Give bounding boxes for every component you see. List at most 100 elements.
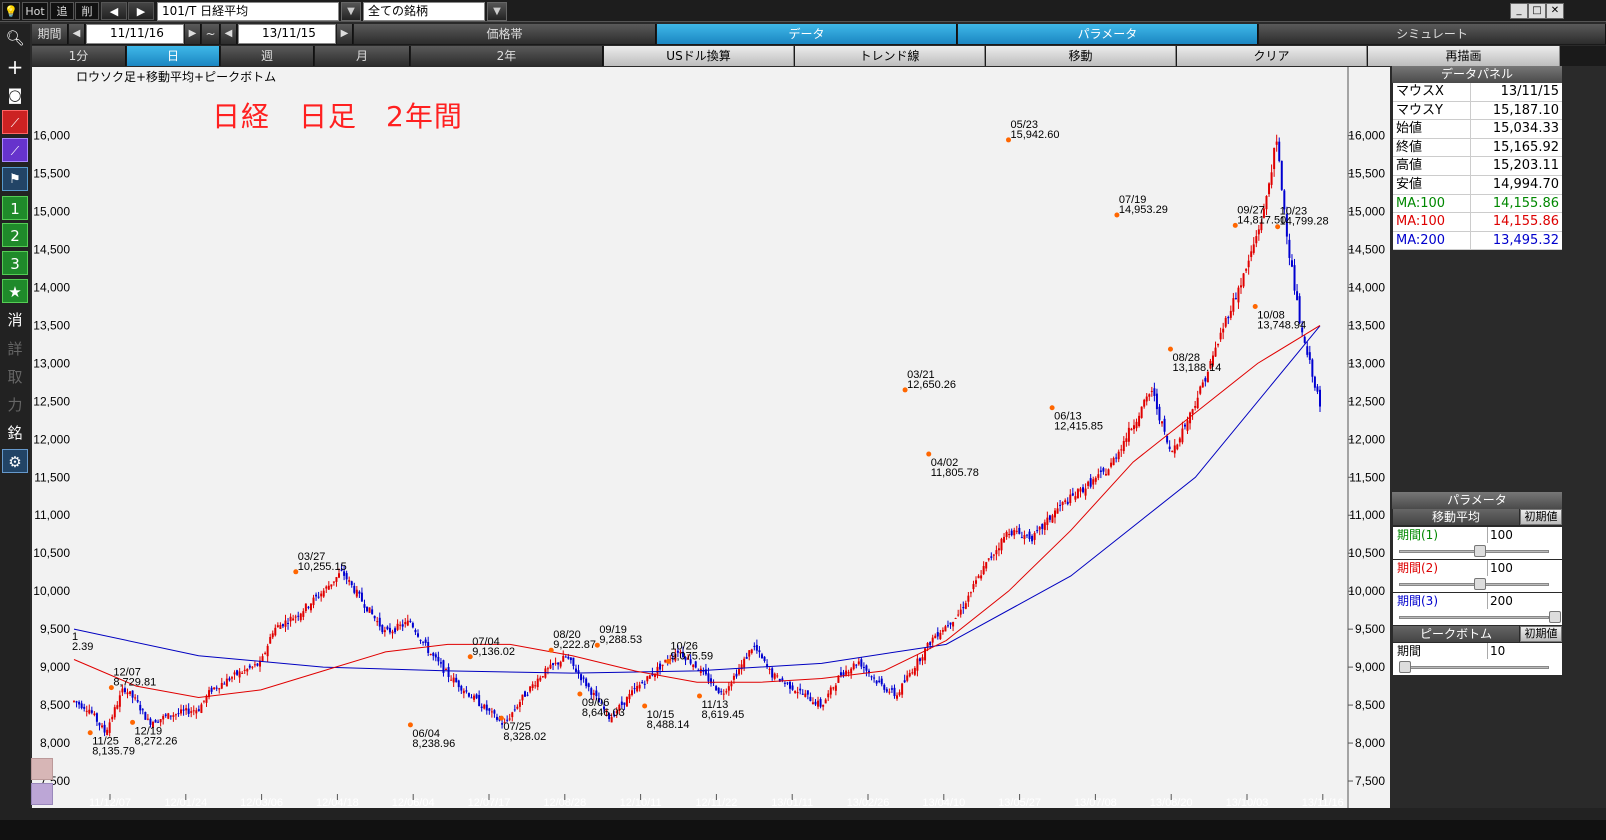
candle-body [337,573,340,578]
y-tick-label: 13,000 [33,356,70,370]
peak-price: 9,222.87 [553,639,596,651]
y-tick-label: 15,000 [33,204,70,218]
ma-reset-button[interactable]: 初期値 [1520,509,1562,525]
period1-input[interactable]: 100 [1487,527,1562,543]
candle-body [1138,415,1141,427]
candle-body [424,639,427,643]
candle-body [388,627,391,633]
candle-body [279,624,282,629]
slider-knob[interactable] [1399,661,1411,673]
candle-body [157,721,160,723]
candle-body [964,603,967,609]
scroll-date-strip[interactable] [0,820,1606,840]
candle-body [715,686,718,691]
candle-body [187,708,190,714]
candle-body [495,716,498,720]
peak-price: 14,953.29 [1119,204,1168,216]
candle-body [271,633,274,638]
candle-body [394,628,397,633]
peak-price: 8,619.45 [701,709,744,721]
period2-input[interactable]: 100 [1487,560,1562,576]
candle-body [241,672,244,674]
peak-price: 8,646.03 [582,707,625,719]
candle-body [371,609,374,615]
candle-body [1010,530,1013,536]
data-value: 15,165.92 [1492,139,1559,155]
candle-body [745,656,748,659]
candle-body [320,593,323,597]
candle-body [284,620,287,627]
candle-body [997,548,1000,551]
candle-body [406,620,409,626]
slider-knob[interactable] [1474,578,1486,590]
chart-annotation: 日経 日足 2年間 [212,100,463,133]
candle-body [1140,406,1143,418]
candle-body [409,620,412,623]
candle-body [574,668,577,672]
candle-body [985,562,988,569]
candle-body [771,668,774,678]
period2-slider[interactable] [1393,576,1562,592]
peak-marker [87,730,93,736]
candle-body [972,584,975,590]
peak-input[interactable]: 10 [1487,643,1562,659]
slider-knob[interactable] [1474,545,1486,557]
candle-body [134,697,137,699]
candle-body [656,666,659,676]
candle-body [949,622,952,625]
chart-multi-icon[interactable] [31,783,53,805]
candle-body [552,663,555,665]
peak-slider[interactable] [1393,659,1562,675]
peak-price: 12,650.26 [907,379,956,391]
candle-body [845,670,848,675]
candle-body [465,690,468,692]
candle-body [1041,523,1044,529]
slider-knob[interactable] [1549,611,1561,623]
candle-body [1237,287,1240,303]
data-label: マウスX [1393,83,1471,101]
candle-body [878,680,881,682]
chart-title: ロウソク足+移動平均+ピークボトム [76,70,277,84]
candle-body [101,725,104,728]
candle-body [646,676,649,682]
candle-body [1191,409,1194,414]
period3-slider[interactable] [1393,609,1562,625]
candle-body [238,671,241,678]
peak-marker [130,719,136,725]
candle-body [253,664,256,666]
candle-body [416,633,419,637]
candle-body [363,604,366,608]
candle-body [822,704,825,707]
candle-body [368,607,371,613]
data-value: 15,034.33 [1492,121,1559,137]
candle-body [1155,393,1158,410]
y-tick-label: 12,500 [33,394,70,408]
candle-body [786,682,789,684]
peak-header: ピークボトム [1393,626,1519,642]
candle-body [1051,515,1054,523]
peak-reset-button[interactable]: 初期値 [1520,626,1562,642]
candle-body [526,694,529,696]
candle-body [1290,260,1293,267]
candle-body [432,653,435,656]
candle-body [1265,195,1268,210]
candle-body [839,672,842,676]
period1-row: 期間(1) 100 [1393,527,1562,543]
candle-body [315,594,318,597]
period2-row: 期間(2) 100 [1393,560,1562,576]
peak-price: 13,748.94 [1257,319,1306,331]
candle-body [1240,285,1243,288]
data-row: マウスY 15,187.10 [1393,101,1562,121]
candle-body [524,691,527,697]
candle-body [1306,346,1309,355]
candle-body [404,622,407,625]
chart-line-icon[interactable] [31,758,53,780]
candle-body [916,658,919,671]
period3-input[interactable]: 200 [1487,593,1562,609]
candle-body [717,687,720,694]
candle-body [855,664,858,666]
candle-body [123,688,126,693]
period1-slider[interactable] [1393,543,1562,559]
candle-body [144,712,147,720]
candle-body [911,672,914,674]
